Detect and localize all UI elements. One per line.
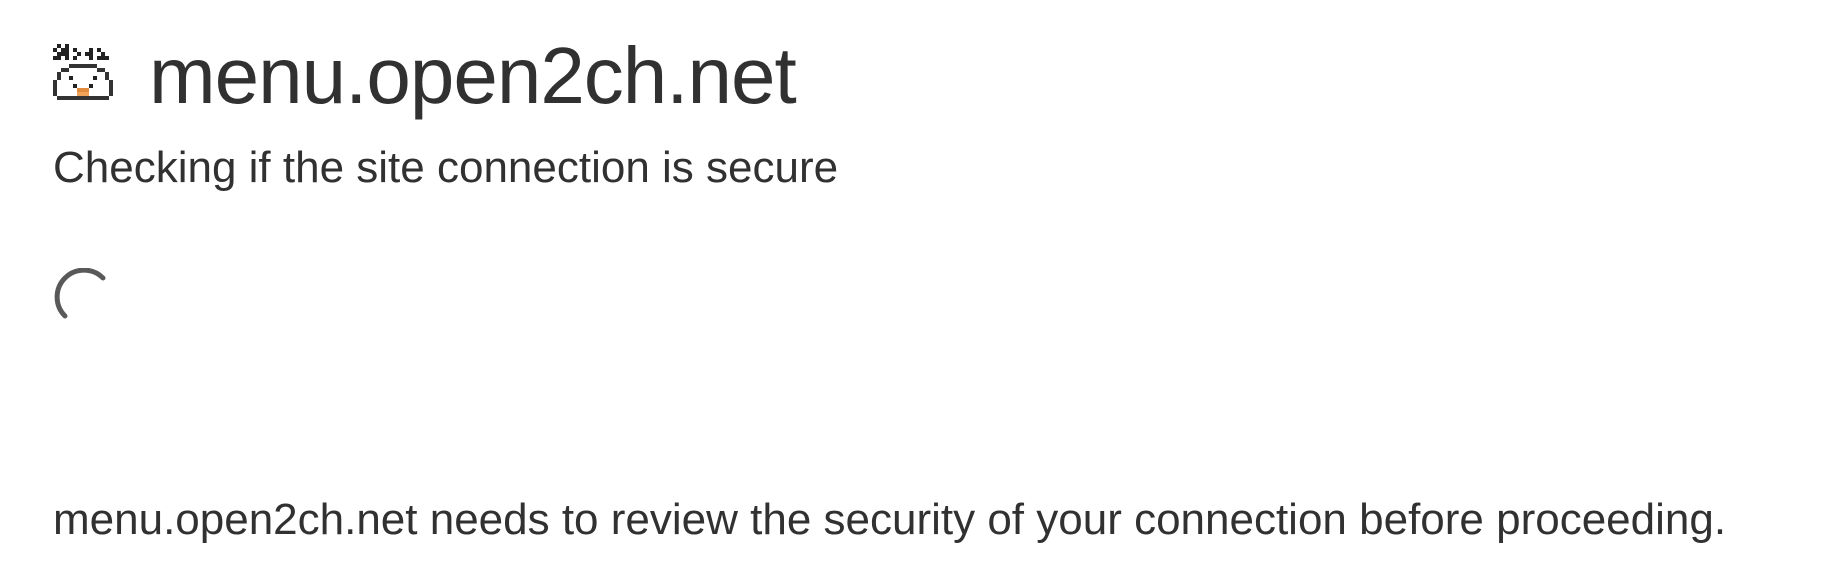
site-header: menu.open2ch.net [53,26,797,126]
loading-spinner-icon [54,268,106,319]
status-heading: Checking if the site connection is secur… [53,143,839,192]
challenge-page: menu.open2ch.net Checking if the site co… [0,0,1846,562]
security-review-message: menu.open2ch.net needs to review the sec… [53,495,1727,544]
site-title: menu.open2ch.net [149,31,797,120]
site-favicon-icon [53,44,113,100]
